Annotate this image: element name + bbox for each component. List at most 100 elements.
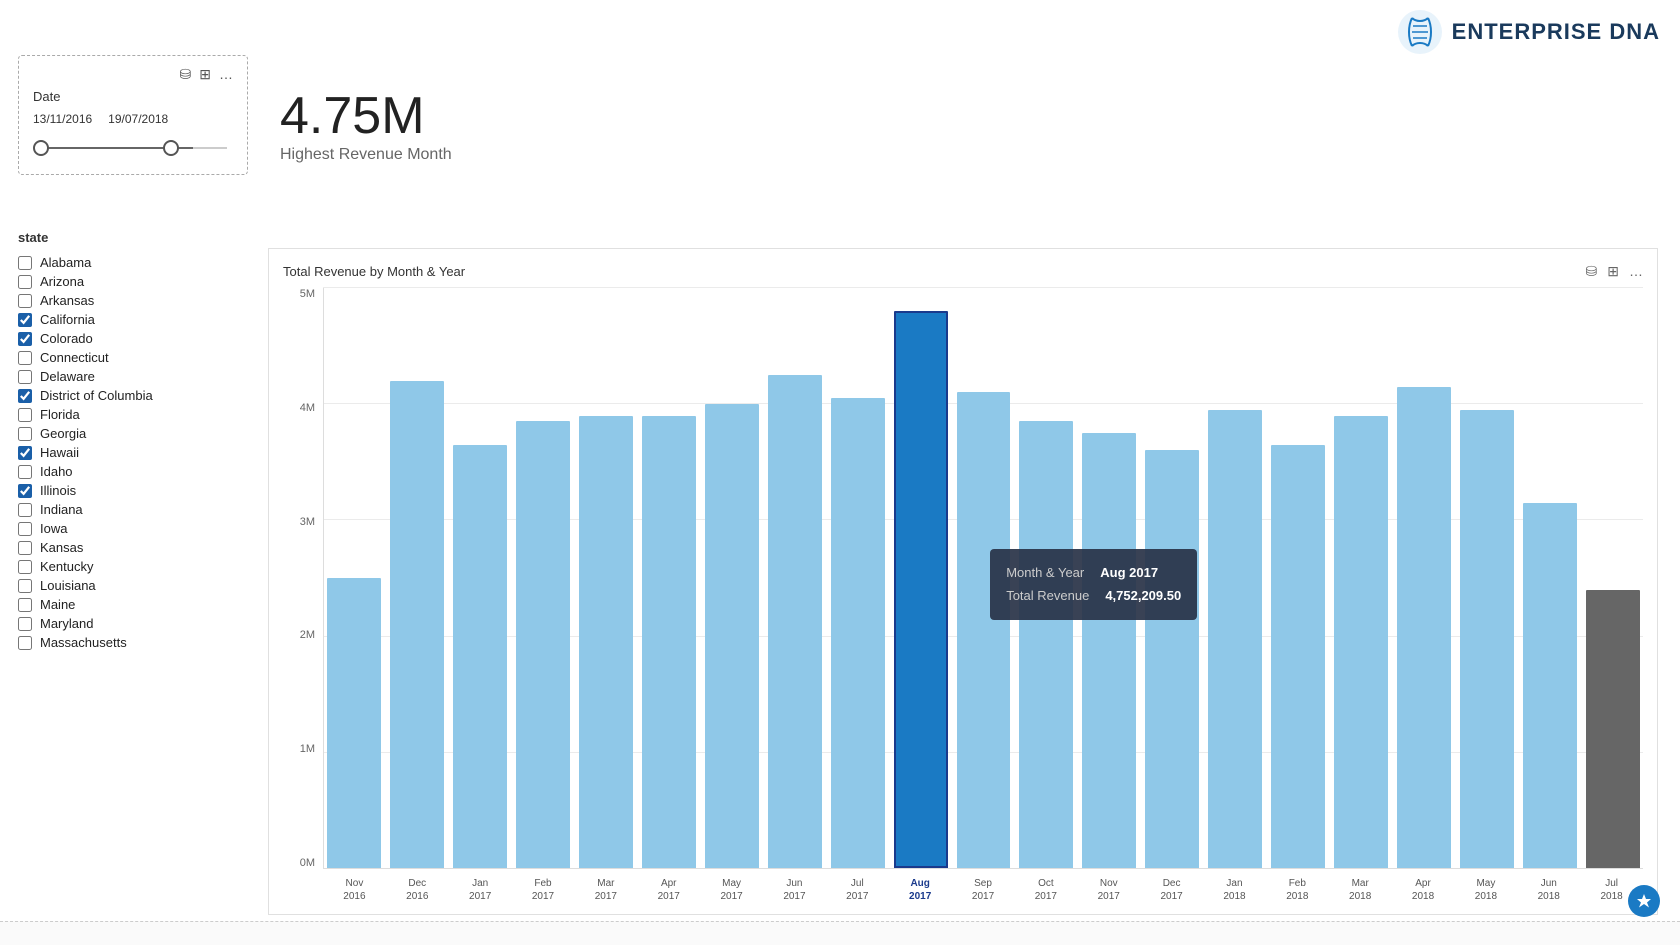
chart-export-icon[interactable]: ⊞ [1607, 263, 1619, 280]
bar[interactable] [831, 398, 885, 868]
bar-column[interactable] [702, 288, 762, 868]
bar-column[interactable] [324, 288, 384, 868]
bar-column[interactable] [387, 288, 447, 868]
bar[interactable] [327, 578, 381, 868]
filter-icon[interactable]: ⛁ [180, 66, 192, 83]
bar[interactable] [894, 311, 948, 868]
bar[interactable] [1586, 590, 1640, 868]
bar[interactable] [1145, 450, 1199, 868]
bar-column[interactable] [513, 288, 573, 868]
bars-area[interactable] [323, 288, 1643, 869]
bar-column[interactable] [576, 288, 636, 868]
bar-column[interactable] [1142, 288, 1202, 868]
state-checkbox[interactable] [18, 351, 32, 365]
state-checkbox[interactable] [18, 446, 32, 460]
state-item[interactable]: Indiana [18, 500, 248, 519]
state-checkbox[interactable] [18, 256, 32, 270]
bar-column[interactable] [891, 288, 951, 868]
state-checkbox[interactable] [18, 636, 32, 650]
more-icon[interactable]: … [219, 66, 233, 83]
logo-area: ENTERPRISE DNA [1396, 8, 1660, 56]
state-checkbox[interactable] [18, 370, 32, 384]
state-checkbox[interactable] [18, 541, 32, 555]
bar-column[interactable] [1583, 288, 1643, 868]
state-checkbox[interactable] [18, 427, 32, 441]
date-slider[interactable] [33, 136, 233, 160]
state-item[interactable]: District of Columbia [18, 386, 248, 405]
state-item[interactable]: Georgia [18, 424, 248, 443]
state-checkbox[interactable] [18, 389, 32, 403]
chart-more-icon[interactable]: … [1629, 263, 1643, 280]
bar[interactable] [1334, 416, 1388, 868]
bar-column[interactable] [1394, 288, 1454, 868]
state-item[interactable]: Hawaii [18, 443, 248, 462]
state-item[interactable]: Iowa [18, 519, 248, 538]
state-item[interactable]: Alabama [18, 253, 248, 272]
bar[interactable] [390, 381, 444, 868]
bar[interactable] [1019, 421, 1073, 868]
state-checkbox[interactable] [18, 560, 32, 574]
state-checkbox[interactable] [18, 503, 32, 517]
state-checkbox[interactable] [18, 522, 32, 536]
bar[interactable] [1460, 410, 1514, 868]
bar[interactable] [1397, 387, 1451, 868]
bar[interactable] [1271, 445, 1325, 868]
state-checkbox[interactable] [18, 579, 32, 593]
slider-thumb-right[interactable] [163, 140, 179, 156]
state-checkbox[interactable] [18, 465, 32, 479]
state-item[interactable]: Colorado [18, 329, 248, 348]
bar-column[interactable] [1457, 288, 1517, 868]
bar[interactable] [1082, 433, 1136, 868]
state-item[interactable]: Delaware [18, 367, 248, 386]
bar[interactable] [768, 375, 822, 868]
bar-column[interactable] [639, 288, 699, 868]
bar[interactable] [642, 416, 696, 868]
state-checkbox[interactable] [18, 484, 32, 498]
bar-column[interactable] [1016, 288, 1076, 868]
state-item[interactable]: Idaho [18, 462, 248, 481]
bar-column[interactable] [450, 288, 510, 868]
state-checkbox[interactable] [18, 332, 32, 346]
bar[interactable] [579, 416, 633, 868]
state-checkbox[interactable] [18, 598, 32, 612]
bar[interactable] [453, 445, 507, 868]
state-item[interactable]: Connecticut [18, 348, 248, 367]
state-item[interactable]: Illinois [18, 481, 248, 500]
state-item[interactable]: Arizona [18, 272, 248, 291]
state-item[interactable]: Arkansas [18, 291, 248, 310]
state-checkbox[interactable] [18, 275, 32, 289]
state-checkbox[interactable] [18, 313, 32, 327]
bar[interactable] [1208, 410, 1262, 868]
slider-thumb-left[interactable] [33, 140, 49, 156]
state-checkbox[interactable] [18, 294, 32, 308]
state-item[interactable]: Louisiana [18, 576, 248, 595]
bar[interactable] [516, 421, 570, 868]
state-item[interactable]: Massachusetts [18, 633, 248, 652]
bar-column[interactable] [828, 288, 888, 868]
chart-icons: ⛁ ⊞ … [1586, 263, 1643, 280]
state-item[interactable]: Kentucky [18, 557, 248, 576]
state-item[interactable]: California [18, 310, 248, 329]
bar-column[interactable] [954, 288, 1014, 868]
chart-filter-icon[interactable]: ⛁ [1586, 263, 1598, 280]
state-item[interactable]: Maryland [18, 614, 248, 633]
bar-column[interactable] [1205, 288, 1265, 868]
bar[interactable] [957, 392, 1011, 868]
state-checkbox[interactable] [18, 408, 32, 422]
bar[interactable] [1523, 503, 1577, 868]
bar-column[interactable] [1268, 288, 1328, 868]
x-axis: Nov2016Dec2016Jan2017Feb2017Mar2017Apr20… [323, 873, 1643, 909]
bar[interactable] [705, 404, 759, 868]
bar-column[interactable] [1520, 288, 1580, 868]
bar-column[interactable] [1331, 288, 1391, 868]
table-icon[interactable]: ⊞ [199, 66, 211, 83]
state-item[interactable]: Kansas [18, 538, 248, 557]
bar-column[interactable] [765, 288, 825, 868]
state-checkbox[interactable] [18, 617, 32, 631]
y-label: 0M [300, 857, 315, 869]
subscribe-button[interactable] [1628, 885, 1660, 917]
dna-icon [1396, 8, 1444, 56]
state-item[interactable]: Florida [18, 405, 248, 424]
bar-column[interactable] [1079, 288, 1139, 868]
state-item[interactable]: Maine [18, 595, 248, 614]
